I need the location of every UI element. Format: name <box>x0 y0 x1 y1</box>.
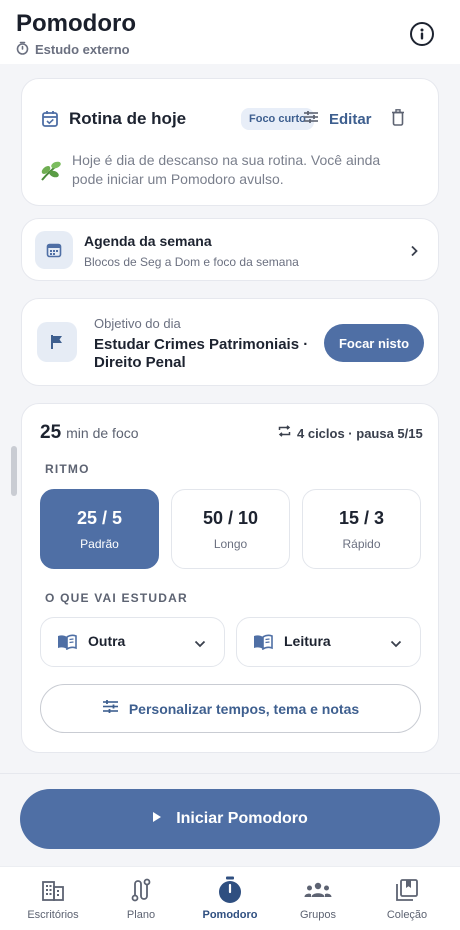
activity-select[interactable]: Leitura <box>236 617 421 667</box>
weekly-agenda-card[interactable]: Agenda da semana Blocos de Seg a Dom e f… <box>21 218 439 281</box>
subject-select[interactable]: Outra <box>40 617 225 667</box>
rest-day-message: Hoje é dia de descanso na sua rotina. Vo… <box>72 152 381 187</box>
nav-label: Pomodoro <box>202 909 258 921</box>
nav-label: Coleção <box>386 909 428 921</box>
routine-title: Rotina de hoje <box>69 109 187 128</box>
rhythm-value: 15 / 3 <box>338 507 385 528</box>
timer-icon <box>217 876 243 903</box>
group-icon <box>304 877 332 903</box>
focus-settings-card: 25 min de foco 4 ciclos · pausa 5/15 RIT… <box>21 403 439 753</box>
start-pomodoro-button[interactable]: Iniciar Pomodoro <box>20 789 440 849</box>
sliders-icon <box>303 110 319 129</box>
page-title: Pomodoro <box>16 10 136 37</box>
play-icon <box>152 810 162 828</box>
subtitle-text: Estudo externo <box>35 42 130 57</box>
trash-icon[interactable] <box>391 109 405 131</box>
calendar-check-icon <box>41 110 59 133</box>
customize-label: Personalizar tempos, tema e notas <box>128 700 360 717</box>
objective-label: Objetivo do dia <box>94 316 181 331</box>
edit-button[interactable]: Editar <box>303 108 372 130</box>
focus-on-this-button[interactable]: Focar nisto <box>324 324 424 362</box>
nav-item-pomodoro[interactable]: Pomodoro <box>184 867 276 930</box>
objective-text: Estudar Crimes Patrimoniais · Direito Pe… <box>94 336 309 371</box>
start-label: Iniciar Pomodoro <box>176 810 308 827</box>
route-icon <box>130 877 152 903</box>
app-header: Pomodoro Estudo externo <box>0 0 460 64</box>
routine-card: Rotina de hoje Foco curto Editar Hoje é … <box>21 78 439 206</box>
scrollbar-thumb[interactable] <box>11 446 17 496</box>
rhythm-label-text: Rápido <box>342 536 381 551</box>
chevron-right-icon <box>410 244 418 262</box>
study-mode-subtitle: Estudo externo <box>16 41 130 58</box>
book-icon <box>57 634 77 655</box>
focus-minutes: 25 <box>40 422 62 443</box>
nav-item-colecao[interactable]: Coleção <box>361 867 453 930</box>
subject-select-value: Outra <box>88 633 126 649</box>
activity-select-value: Leitura <box>284 633 331 649</box>
footer-divider <box>0 773 460 774</box>
agenda-title: Agenda da semana <box>84 233 212 249</box>
nav-item-grupos[interactable]: Grupos <box>272 867 364 930</box>
book-icon <box>253 634 273 655</box>
repeat-icon <box>278 424 291 442</box>
rhythm-value: 25 / 5 <box>76 507 123 528</box>
customize-button[interactable]: Personalizar tempos, tema e notas <box>40 684 421 733</box>
agenda-subtitle: Blocos de Seg a Dom e foco da semana <box>84 255 299 269</box>
bottom-nav: Escritórios Plano Pomodoro Grupos Coleçã… <box>0 866 460 930</box>
nav-label: Grupos <box>299 909 337 921</box>
study-subject-label: O QUE VAI ESTUDAR <box>45 591 188 605</box>
edit-label: Editar <box>329 110 372 128</box>
nav-label: Plano <box>126 909 156 921</box>
nav-item-escritorios[interactable]: Escritórios <box>7 867 99 930</box>
sliders-icon <box>102 699 119 719</box>
rhythm-option-padrao[interactable]: 25 / 5 Padrão <box>40 489 159 569</box>
cycles-text: 4 ciclos · pausa 5/15 <box>297 425 423 441</box>
library-icon <box>395 877 419 903</box>
info-icon[interactable] <box>410 22 434 46</box>
leaf-icon <box>39 160 63 187</box>
chevron-down-icon <box>194 635 206 653</box>
stopwatch-icon <box>16 41 29 58</box>
nav-item-plano[interactable]: Plano <box>95 867 187 930</box>
calendar-icon <box>35 231 73 269</box>
focus-minutes-label: min de foco <box>66 425 139 441</box>
cycles-info: 4 ciclos · pausa 5/15 <box>278 424 423 442</box>
chevron-down-icon <box>390 635 402 653</box>
focus-duration: 25 min de foco <box>40 422 139 444</box>
rhythm-option-rapido[interactable]: 15 / 3 Rápido <box>302 489 421 569</box>
daily-objective-card: Objetivo do dia Estudar Crimes Patrimoni… <box>21 298 439 386</box>
flag-icon <box>37 322 77 362</box>
nav-label: Escritórios <box>27 909 79 921</box>
rhythm-label: RITMO <box>45 462 90 476</box>
rhythm-label-text: Longo <box>213 536 248 551</box>
building-icon <box>41 877 65 903</box>
rhythm-value: 50 / 10 <box>202 507 259 528</box>
rhythm-option-longo[interactable]: 50 / 10 Longo <box>171 489 290 569</box>
rhythm-label-text: Padrão <box>80 536 119 551</box>
